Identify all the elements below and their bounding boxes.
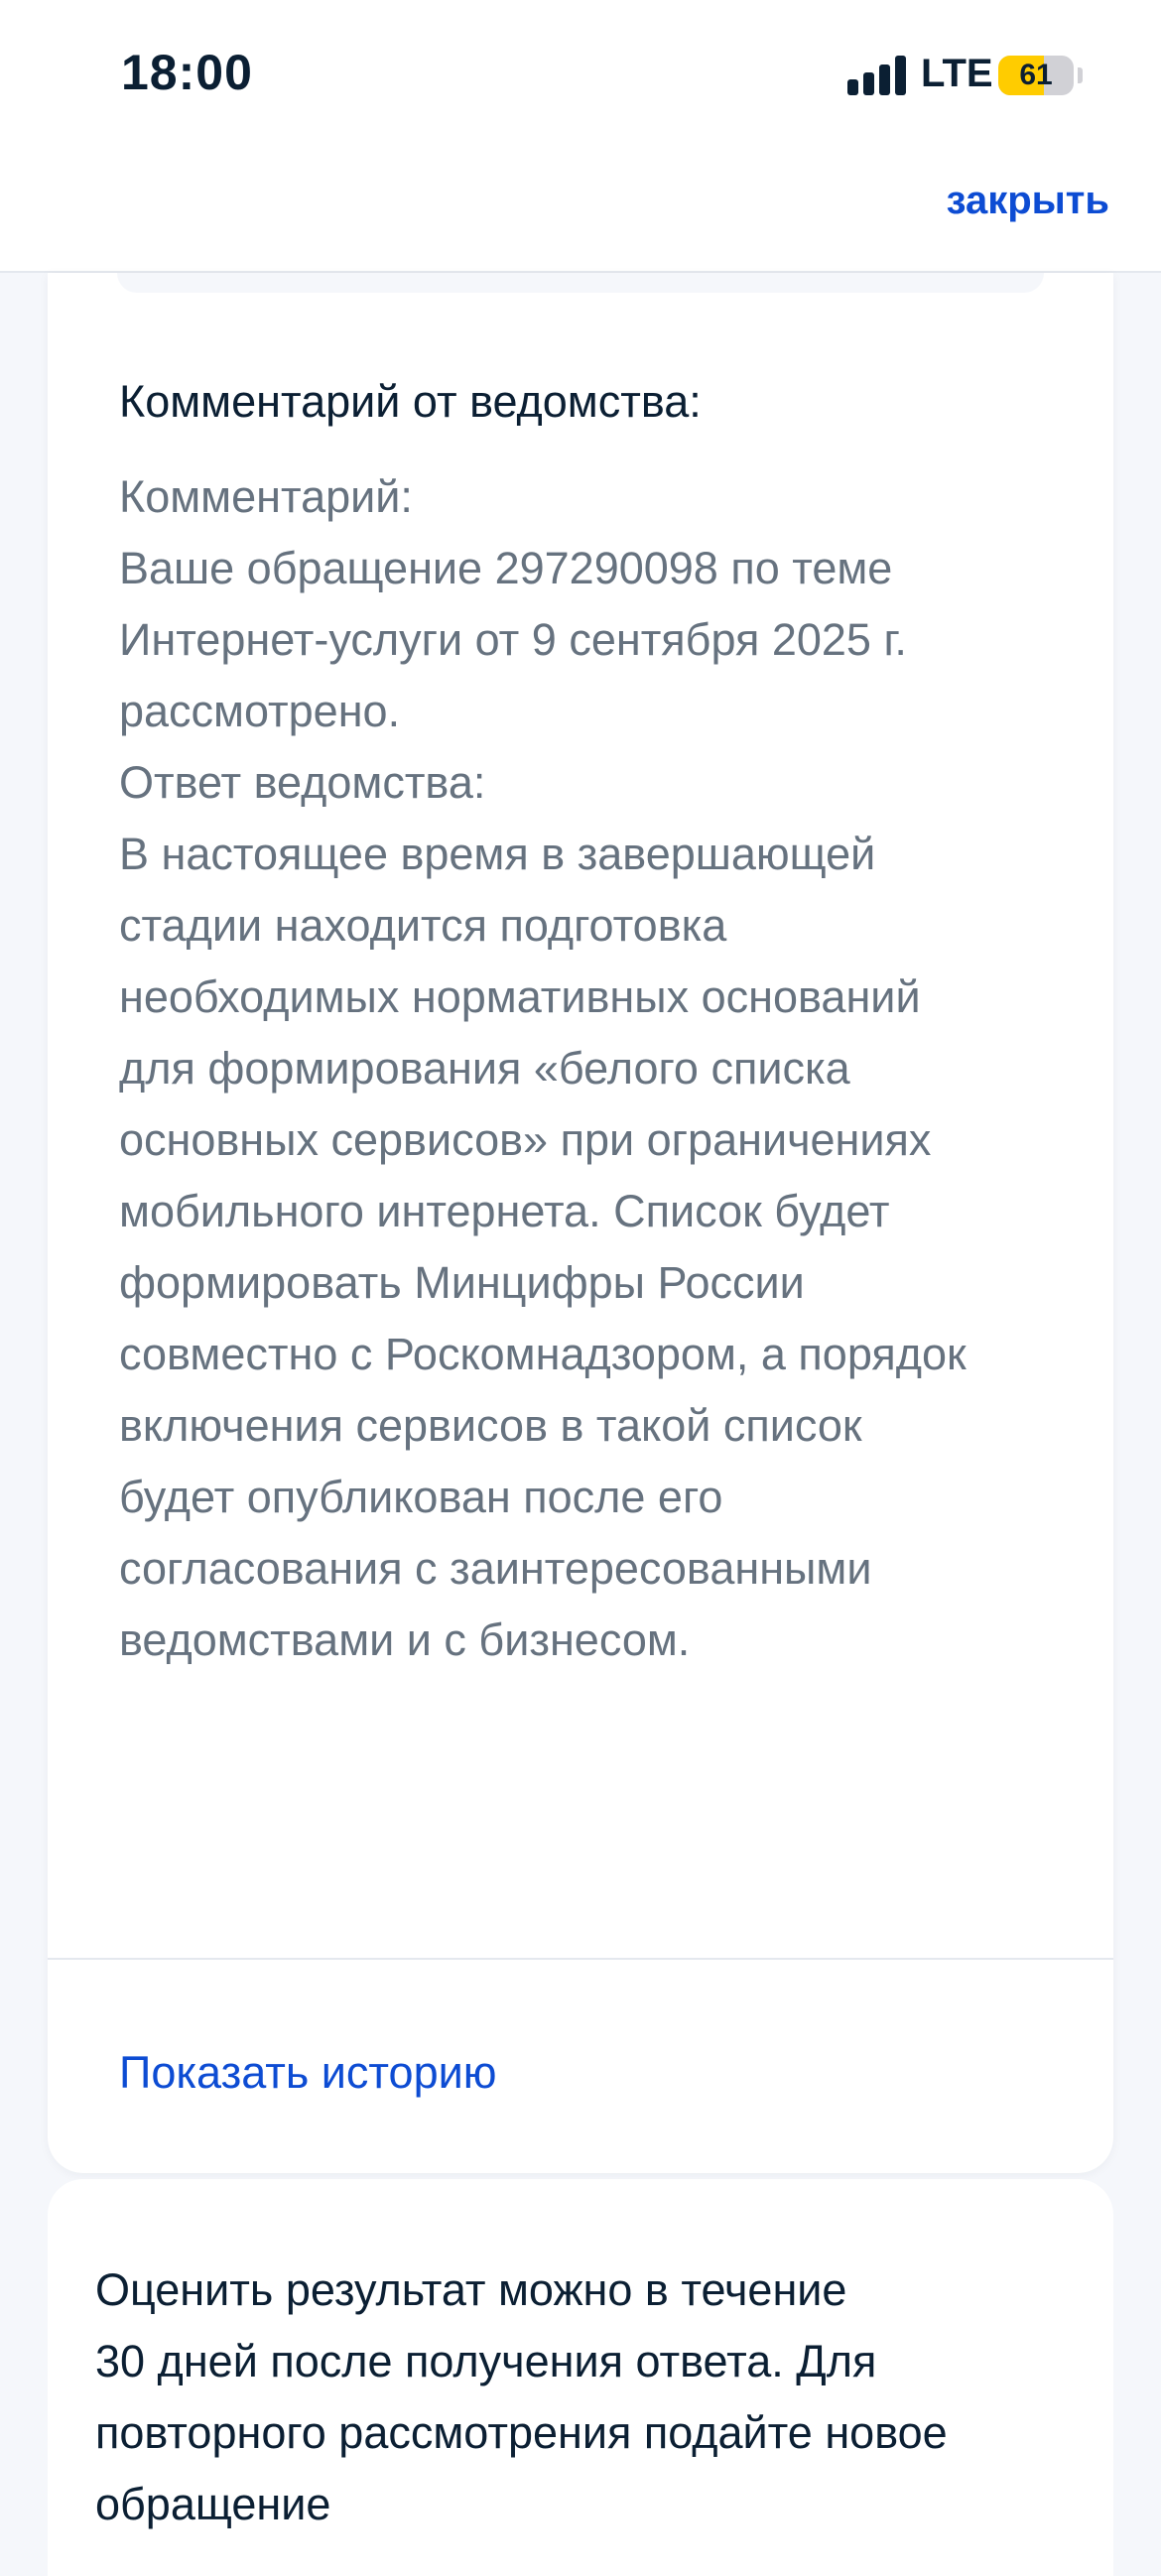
status-bar: 18:00 LTE 61 (0, 0, 1161, 149)
comment-line: Ответ ведомства: (119, 757, 486, 808)
previous-block-edge (117, 273, 1044, 293)
comment-line: В настоящее время в завершающей (119, 829, 876, 879)
comment-line: необходимых нормативных оснований (119, 971, 921, 1022)
card-divider (48, 1958, 1113, 1960)
status-time: 18:00 (121, 45, 253, 100)
cellular-signal-icon (847, 56, 907, 95)
battery-percent: 61 (1019, 59, 1053, 91)
comment-line: Ваше обращение 297290098 по теме (119, 543, 893, 593)
show-history-link[interactable]: Показать историю (119, 2043, 496, 2103)
comment-line: основных сервисов» при ограничениях (119, 1114, 932, 1165)
rating-line: 30 дней после получения ответа. Для (95, 2336, 877, 2386)
comment-line: для формирования «белого списка (119, 1043, 850, 1094)
comment-line: Комментарий: (119, 471, 413, 522)
comment-line: рассмотрено. (119, 686, 401, 736)
comment-line: согласования с заинтересованными (119, 1543, 872, 1594)
close-button[interactable]: закрыть (947, 179, 1109, 223)
comment-line: формировать Минцифры России (119, 1257, 805, 1308)
comment-line: ведомствами и с бизнесом. (119, 1614, 691, 1665)
rating-info-card: Оценить результат можно в течение 30 дне… (48, 2179, 1113, 2576)
header-bar: закрыть (0, 149, 1161, 273)
network-type-label: LTE (921, 52, 993, 95)
comment-line: совместно с Роскомнадзором, а порядок (119, 1329, 967, 1379)
comment-line: включения сервисов в такой список (119, 1400, 862, 1451)
comment-line: мобильного интернета. Список будет (119, 1186, 890, 1236)
comment-title: Комментарий от ведомства: (119, 376, 702, 427)
rating-info-text: Оценить результат можно в течение 30 дне… (95, 2254, 1088, 2540)
rating-line: Оценить результат можно в течение (95, 2264, 847, 2315)
comment-line: стадии находится подготовка (119, 900, 727, 951)
comment-line: будет опубликован после его (119, 1472, 723, 1522)
rating-line: обращение (95, 2479, 331, 2529)
comment-body: Комментарий: Ваше обращение 297290098 по… (119, 461, 1072, 1676)
comment-line: Интернет-услуги от 9 сентября 2025 г. (119, 614, 907, 665)
battery-icon: 61 (998, 56, 1074, 95)
appeal-details-card: Комментарий от ведомства: Комментарий: В… (48, 273, 1113, 2173)
battery-terminal (1078, 67, 1083, 83)
rating-line: повторного рассмотрения подайте новое (95, 2407, 948, 2458)
